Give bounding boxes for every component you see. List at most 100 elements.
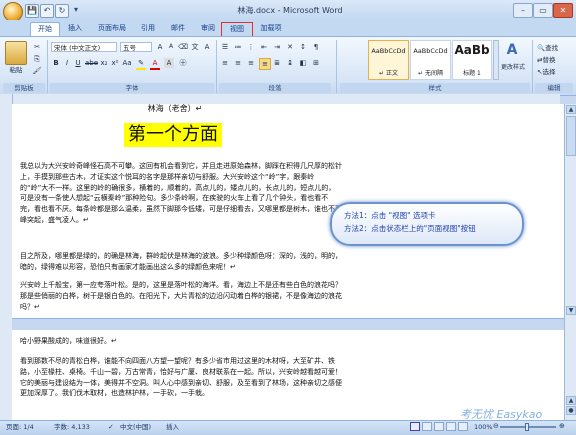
font-size-combo[interactable]: 五号 — [120, 42, 152, 52]
change-styles-label[interactable]: 更改样式 — [498, 62, 528, 71]
change-styles-icon[interactable]: A — [504, 42, 520, 58]
copy-icon[interactable]: ⎘ — [32, 54, 42, 64]
maximize-button[interactable]: ▭ — [533, 3, 553, 18]
undo-icon[interactable]: ↶ — [40, 4, 54, 18]
select-browse-object-icon[interactable]: ● — [566, 406, 576, 415]
language[interactable]: 中文(中国) — [120, 422, 151, 432]
tab-review[interactable]: 审阅 — [195, 22, 221, 35]
style-sample: AaBbCcDd — [413, 47, 448, 55]
style-normal[interactable]: AaBbCcDd ↵ 正文 — [368, 40, 409, 80]
styles-scroll[interactable] — [493, 40, 499, 80]
full-screen-reading-view-button[interactable] — [422, 422, 432, 431]
insert-mode[interactable]: 插入 — [166, 422, 179, 432]
font-name-combo[interactable]: 宋体 (中文正文) — [51, 42, 117, 52]
scroll-up-icon[interactable]: ▲ — [566, 105, 576, 114]
tab-page-layout[interactable]: 页面布局 — [93, 22, 131, 35]
tab-mailings[interactable]: 邮件 — [165, 22, 191, 35]
style-no-spacing[interactable]: AaBbCcDd ↵ 无间隔 — [410, 40, 451, 80]
numbering-icon[interactable]: ≔ — [233, 42, 243, 52]
group-separator — [336, 40, 337, 93]
decrease-indent-icon[interactable]: ⇤ — [259, 42, 269, 52]
zoom-out-icon[interactable]: ⊖ — [493, 422, 499, 430]
enclose-char-icon[interactable]: ㊉ — [178, 58, 188, 68]
highlight-icon[interactable]: ✎ — [136, 58, 146, 70]
style-sample: AaBbCcDd — [371, 47, 406, 55]
multilevel-list-icon[interactable]: ⋮ — [246, 42, 256, 52]
shrink-font-icon[interactable]: A — [166, 42, 176, 52]
align-right-icon[interactable]: ≡ — [246, 58, 256, 68]
draft-view-button[interactable] — [458, 422, 468, 431]
outline-view-button[interactable] — [446, 422, 456, 431]
italic-icon[interactable]: I — [62, 58, 72, 68]
format-painter-icon[interactable]: 🖌 — [32, 66, 42, 76]
underline-icon[interactable]: U — [73, 58, 83, 68]
tab-view[interactable]: 视图 — [221, 22, 253, 37]
callout-line-1: 方法1：点击 "视图" 选项卡 — [344, 211, 436, 220]
paste-button-label[interactable]: 粘贴 — [4, 64, 28, 74]
watermark: 考无忧 Easykao — [460, 408, 543, 421]
select-button[interactable]: ↖选择 — [537, 66, 555, 76]
distribute-icon[interactable]: ≣ — [272, 58, 282, 68]
minimize-button[interactable]: – — [513, 3, 533, 18]
window-title: 林海.docx - Microsoft Word — [237, 6, 343, 15]
superscript-icon[interactable]: x² — [110, 58, 120, 68]
group-styles-label: 样式 — [340, 83, 530, 93]
clear-format-icon[interactable]: ⌫ — [178, 42, 188, 52]
increase-indent-icon[interactable]: ⇥ — [272, 42, 282, 52]
select-label: 选择 — [542, 68, 556, 76]
tab-insert[interactable]: 插入 — [62, 22, 88, 35]
style-sample: AaBb — [454, 43, 490, 57]
strikethrough-icon[interactable]: abe — [85, 58, 98, 68]
cut-icon[interactable]: ✂ — [32, 42, 42, 52]
customize-quick-access-icon[interactable]: ▾ — [70, 4, 82, 16]
scroll-down-icon[interactable]: ▼ — [566, 306, 576, 315]
word-count[interactable]: 字数: 4,133 — [54, 422, 90, 432]
subscript-icon[interactable]: x₂ — [99, 58, 109, 68]
shading-icon[interactable]: ◧ — [298, 58, 308, 68]
sort-icon[interactable]: ↕ — [298, 42, 308, 52]
align-center-icon[interactable]: ≡ — [233, 58, 243, 68]
line-spacing-icon[interactable]: ↨ — [285, 58, 295, 68]
paragraph-4: 哈小野果酸成的，味道很好。↵ — [20, 337, 117, 345]
zoom-slider-thumb[interactable] — [525, 423, 529, 431]
paragraph-1: 我总以为大兴安岭奇峰怪石高不可攀。这回有机会看到它，并且走进原始森林，脚踩在积得… — [20, 162, 342, 224]
tab-references[interactable]: 引用 — [135, 22, 161, 35]
bold-icon[interactable]: B — [51, 58, 61, 68]
char-shading-icon[interactable]: A — [164, 58, 174, 68]
web-layout-view-button[interactable] — [434, 422, 444, 431]
redo-icon[interactable]: ↻ — [55, 4, 69, 18]
spellcheck-icon[interactable]: ✓ — [108, 422, 114, 432]
prev-page-icon[interactable]: ▲ — [566, 396, 576, 405]
phonetic-guide-icon[interactable]: 文 — [190, 42, 200, 52]
change-case-icon[interactable]: Aa — [122, 58, 132, 68]
close-button[interactable]: ✕ — [553, 3, 573, 18]
style-heading1[interactable]: AaBb 标题 1 — [452, 40, 492, 80]
grow-font-icon[interactable]: A — [155, 42, 165, 52]
page-view-button[interactable] — [410, 422, 420, 431]
tab-home[interactable]: 开始 — [30, 22, 60, 36]
chinese-layout-icon[interactable]: ✕ — [285, 42, 295, 52]
find-button[interactable]: 🔍查找 — [537, 42, 558, 52]
paste-icon[interactable] — [5, 41, 27, 65]
replace-button[interactable]: ⇄替换 — [537, 54, 555, 64]
page-count[interactable]: 页面: 1/4 — [6, 422, 34, 432]
bullets-icon[interactable]: ☰ — [220, 42, 230, 52]
scroll-thumb[interactable] — [566, 116, 576, 156]
align-left-icon[interactable]: ≡ — [220, 58, 230, 68]
zoom-in-icon[interactable]: ⊕ — [559, 422, 565, 430]
find-label: 查找 — [545, 44, 559, 52]
style-name: ↵ 无间隔 — [418, 70, 443, 77]
doc-heading: 林海（老舍）↵ — [147, 104, 203, 113]
vertical-scrollbar[interactable]: ▲ ▼ ▲ ● — [564, 104, 576, 420]
group-separator — [216, 40, 217, 93]
office-button[interactable] — [3, 2, 23, 22]
find-icon: 🔍 — [537, 44, 546, 52]
zoom-level[interactable]: 100% — [474, 422, 493, 432]
save-icon[interactable]: 💾 — [25, 4, 39, 18]
tab-addins[interactable]: 加载项 — [256, 22, 286, 35]
border-icon[interactable]: ⊞ — [311, 58, 321, 68]
char-border-icon[interactable]: A — [202, 42, 212, 52]
justify-icon[interactable]: ≡ — [259, 58, 271, 70]
show-marks-icon[interactable]: ¶ — [311, 42, 321, 52]
font-color-icon[interactable]: A — [150, 58, 160, 70]
